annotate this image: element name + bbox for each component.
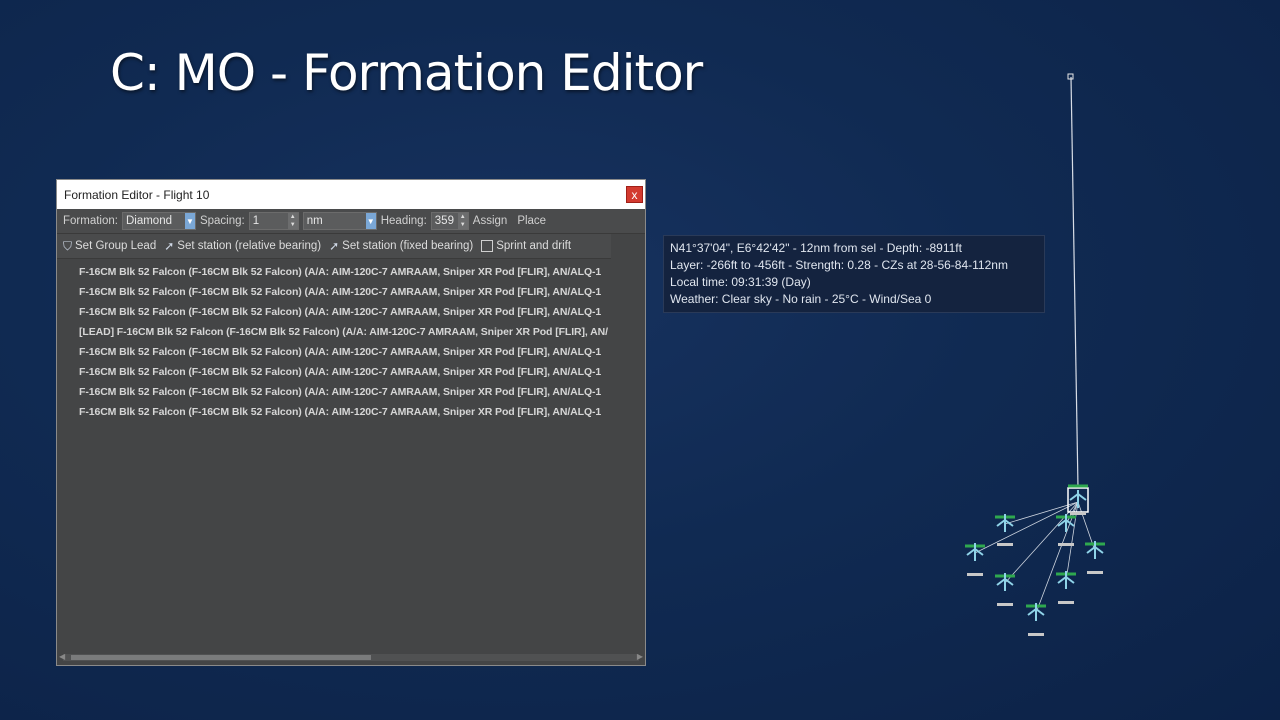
unit-row[interactable]: F-16CM Blk 52 Falcon (F-16CM Blk 52 Falc… [57,402,645,422]
course-line [1070,76,1079,489]
formation-links [974,501,1096,614]
info-local-time: Local time: 09:31:39 (Day) [670,275,811,289]
selected-lead-box[interactable] [1067,487,1089,513]
set-station-relative-button[interactable]: ➚ Set station (relative bearing) [164,239,321,253]
map-info-tooltip: N41°37'04", E6°42'42" - 12nm from sel - … [663,235,1045,313]
formation-select[interactable]: Diamond ▼ [121,212,196,230]
unit-row[interactable]: F-16CM Blk 52 Falcon (F-16CM Blk 52 Falc… [57,362,645,382]
formation-label: Formation: [63,215,118,227]
chevron-down-icon[interactable]: ▼ [184,213,195,229]
scrollbar-thumb[interactable] [71,655,371,660]
aircraft-icon[interactable] [1056,514,1076,546]
spacing-unit-value: nm [306,215,323,227]
fixed-bearing-icon: ➚ [329,239,340,253]
aircraft-icon[interactable] [995,573,1015,606]
spacing-input[interactable]: 1 ▲ ▼ [248,212,299,230]
aircraft-icon[interactable] [1056,571,1076,604]
shield-icon: ⛉ [63,238,73,253]
window-title: Formation Editor - Flight 10 [64,187,210,202]
formation-value: Diamond [125,215,172,227]
set-station-fixed-button[interactable]: ➚ Set station (fixed bearing) [329,239,473,253]
unit-row[interactable]: F-16CM Blk 52 Falcon (F-16CM Blk 52 Falc… [57,282,645,302]
unit-list: F-16CM Blk 52 Falcon (F-16CM Blk 52 Falc… [57,259,645,422]
close-button[interactable]: x [626,186,643,203]
scroll-right-icon[interactable]: ▶ [637,652,643,661]
station-toolbar: ⛉ Set Group Lead ➚ Set station (relative… [57,234,611,259]
spacing-value: 1 [252,215,260,227]
waypoint-marker[interactable] [1067,73,1074,80]
checkbox-icon[interactable] [481,240,494,252]
heading-label: Heading: [380,215,427,227]
unit-row[interactable]: F-16CM Blk 52 Falcon (F-16CM Blk 52 Falc… [57,382,645,402]
aircraft-icon[interactable] [995,514,1015,546]
heading-value: 359 [434,215,454,227]
spacing-unit-select[interactable]: nm ▼ [302,212,377,230]
sprint-drift-checkbox[interactable]: Sprint and drift [481,240,571,252]
set-station-fixed-label: Set station (fixed bearing) [342,240,474,252]
heading-stepper[interactable]: ▲ ▼ [457,213,468,229]
scroll-left-icon[interactable]: ◀ [59,652,65,661]
formation-editor-window[interactable]: Formation Editor - Flight 10 x Formation… [56,179,646,666]
unit-row[interactable]: F-16CM Blk 52 Falcon (F-16CM Blk 52 Falc… [57,302,645,322]
info-weather: Weather: Clear sky - No rain - 25°C - Wi… [670,292,932,306]
window-titlebar[interactable]: Formation Editor - Flight 10 x [57,180,645,209]
info-coordinates: N41°37'04", E6°42'42" - 12nm from sel - … [670,241,962,255]
aircraft-lead-icon[interactable] [1068,484,1088,515]
heading-input[interactable]: 359 ▲ ▼ [430,212,469,230]
unit-row[interactable]: F-16CM Blk 52 Falcon (F-16CM Blk 52 Falc… [57,342,645,362]
formation-toolbar: Formation: Diamond ▼ Spacing: 1 ▲ ▼ nm ▼ … [57,209,645,234]
slide-title: C: MO - Formation Editor [110,44,703,102]
aircraft-icon[interactable] [1085,541,1105,574]
unit-row-lead[interactable]: [LEAD] F-16CM Blk 52 Falcon (F-16CM Blk … [57,322,645,342]
unit-row[interactable]: F-16CM Blk 52 Falcon (F-16CM Blk 52 Falc… [57,262,645,282]
set-station-relative-label: Set station (relative bearing) [177,240,322,252]
place-button[interactable]: Place [517,215,546,227]
spacing-stepper[interactable]: ▲ ▼ [287,213,298,229]
relative-bearing-icon: ➚ [164,239,175,253]
info-layer: Layer: -266ft to -456ft - Strength: 0.28… [670,258,1008,272]
horizontal-scrollbar[interactable]: ◀ ▶ [59,652,643,661]
assign-button[interactable]: Assign [473,215,508,227]
set-group-lead-button[interactable]: ⛉ Set Group Lead [63,239,156,254]
aircraft-icon[interactable] [1026,603,1046,636]
set-group-lead-label: Set Group Lead [75,240,157,252]
sprint-drift-label: Sprint and drift [496,240,572,252]
aircraft-icon[interactable] [965,543,985,576]
spacing-label: Spacing: [199,215,245,227]
chevron-down-icon[interactable]: ▼ [365,213,376,229]
